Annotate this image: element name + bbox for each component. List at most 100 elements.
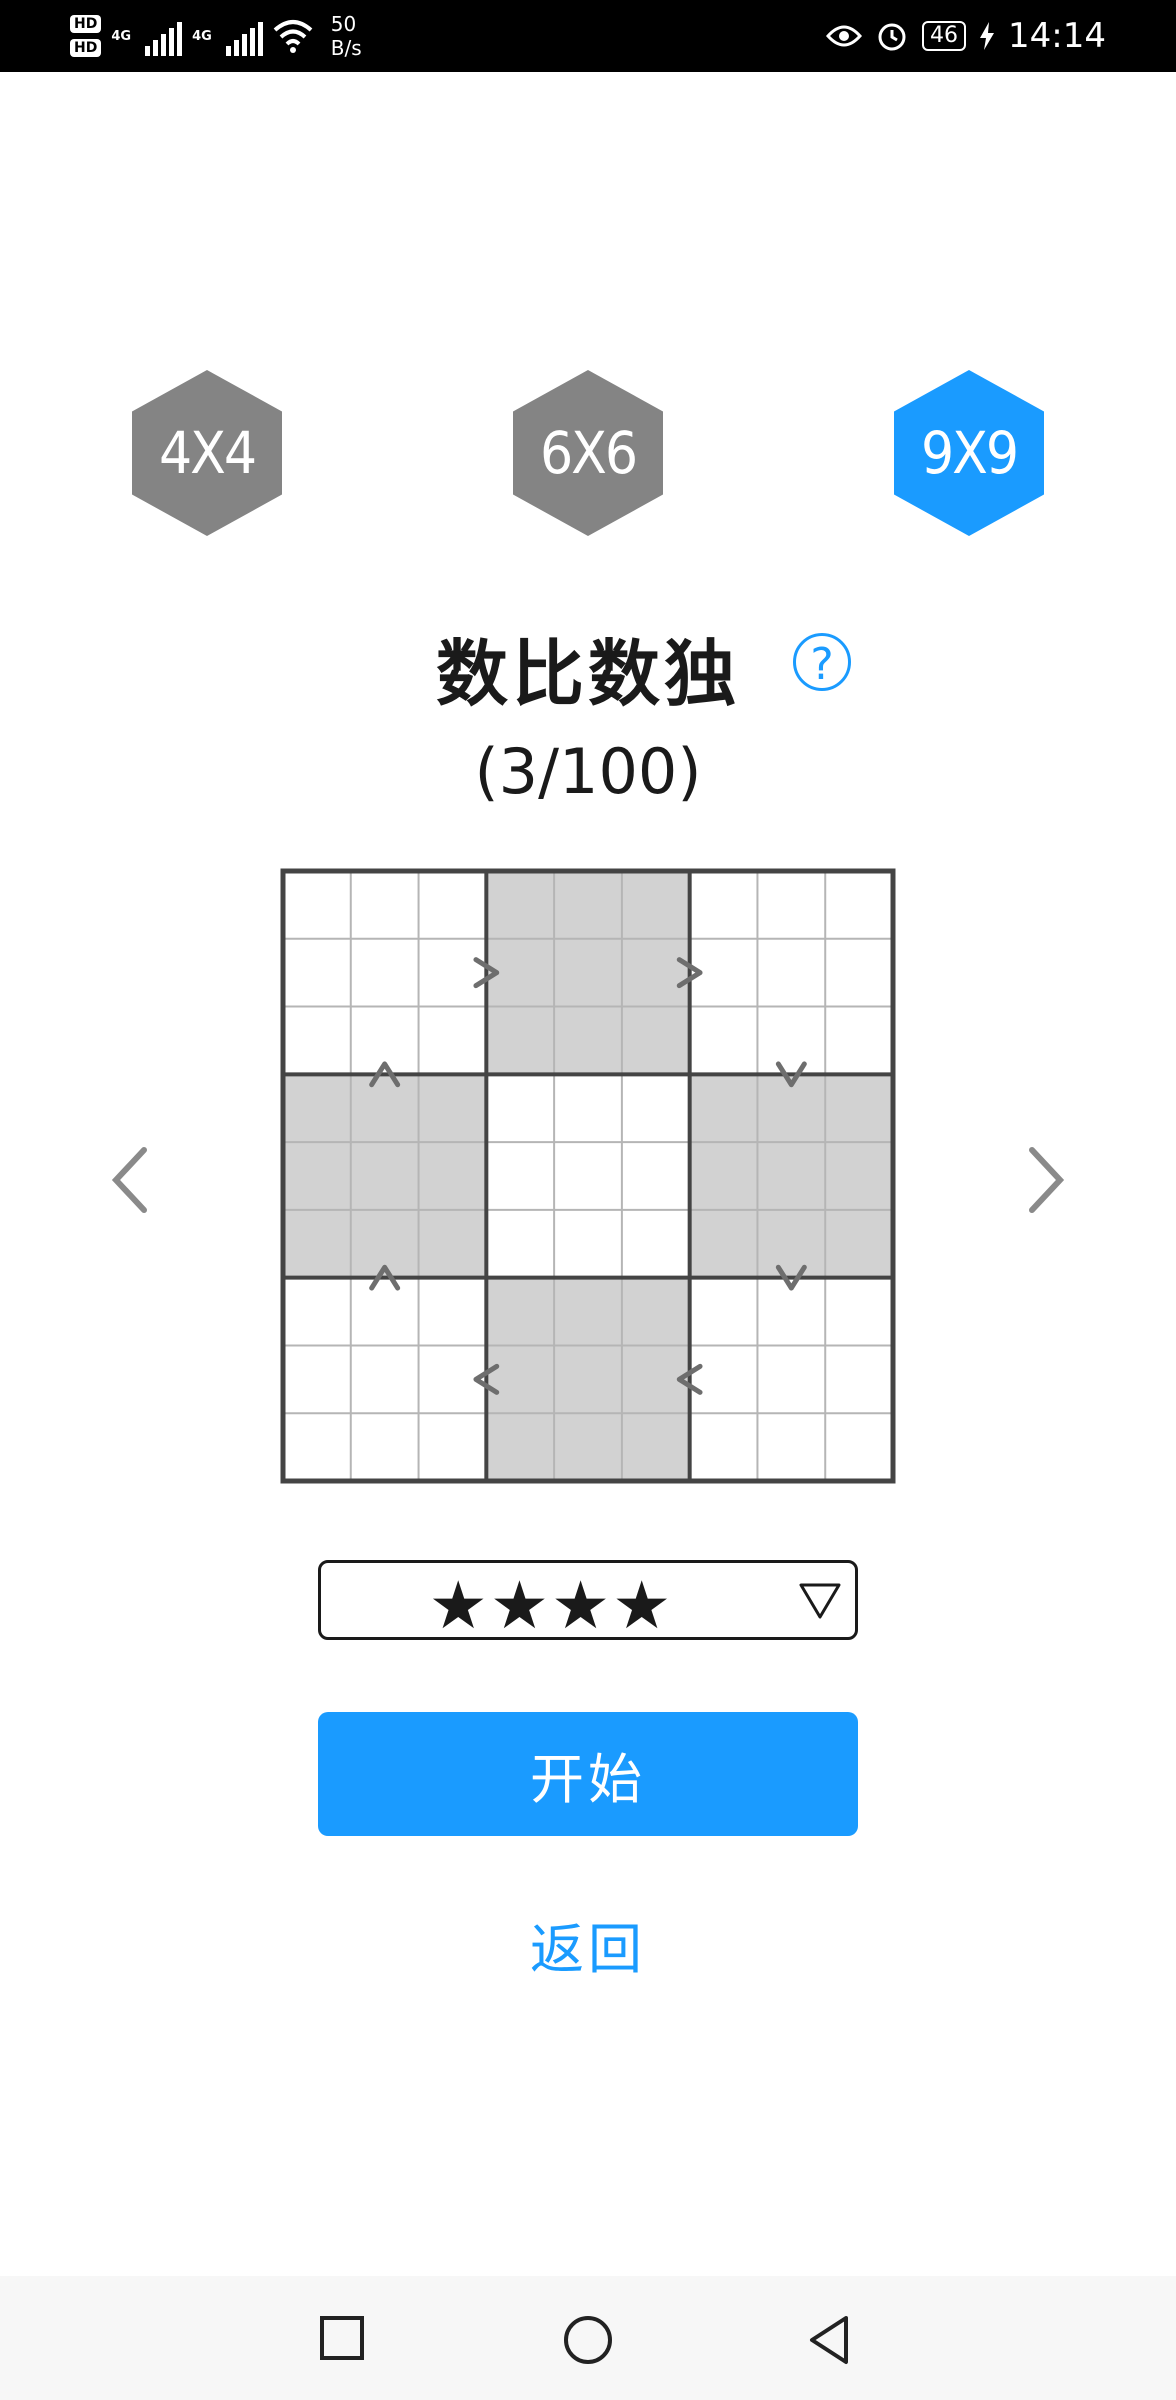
- board-cell[interactable]: [690, 1278, 758, 1346]
- board-cell[interactable]: [351, 1074, 419, 1142]
- board-cell[interactable]: [419, 1007, 487, 1075]
- board-cell[interactable]: [554, 1413, 622, 1481]
- chevron-right-icon[interactable]: [1016, 1140, 1076, 1220]
- board-cell[interactable]: [825, 1210, 893, 1278]
- board-cell[interactable]: [690, 1345, 758, 1413]
- board-cell[interactable]: [486, 1210, 554, 1278]
- board-cell[interactable]: [622, 1007, 690, 1075]
- board-cell[interactable]: [622, 1074, 690, 1142]
- board-cell[interactable]: [825, 1345, 893, 1413]
- board-cell[interactable]: [690, 1074, 758, 1142]
- board-cell[interactable]: [419, 871, 487, 939]
- board-cell[interactable]: [554, 1074, 622, 1142]
- circle-home-icon[interactable]: [562, 2314, 614, 2366]
- board-cell[interactable]: [554, 1007, 622, 1075]
- board-cell[interactable]: [622, 1278, 690, 1346]
- board-cell[interactable]: [351, 1278, 419, 1346]
- triangle-back-icon[interactable]: [806, 2314, 854, 2366]
- board-cell[interactable]: [283, 1210, 351, 1278]
- board-cell[interactable]: [283, 1345, 351, 1413]
- board-cell[interactable]: [486, 1278, 554, 1346]
- board-cell[interactable]: [825, 1142, 893, 1210]
- difficulty-stars: ★★★★: [428, 1567, 674, 1644]
- board-cell[interactable]: [419, 1413, 487, 1481]
- board-cell[interactable]: [622, 1413, 690, 1481]
- board-cell[interactable]: [622, 871, 690, 939]
- board-cell[interactable]: [486, 1413, 554, 1481]
- board-cell[interactable]: [486, 1142, 554, 1210]
- board-cell[interactable]: [554, 939, 622, 1007]
- board-cell[interactable]: [419, 939, 487, 1007]
- board-cell[interactable]: [283, 1007, 351, 1075]
- board-cell[interactable]: [554, 1210, 622, 1278]
- board-cell[interactable]: [825, 871, 893, 939]
- status-bar: HD HD 4G 4G 50 B/s 46 14:14: [0, 0, 1176, 72]
- board-cell[interactable]: [690, 1142, 758, 1210]
- board-cell[interactable]: [757, 1210, 825, 1278]
- board-cell[interactable]: [554, 871, 622, 939]
- start-button[interactable]: 开始: [318, 1712, 858, 1836]
- back-link[interactable]: 返回: [0, 1905, 1176, 1984]
- help-icon[interactable]: ?: [793, 633, 851, 691]
- battery-icon: 46: [922, 21, 967, 51]
- size-tab-6x6[interactable]: 6X6: [513, 370, 663, 536]
- board-cell[interactable]: [757, 1413, 825, 1481]
- board-cell[interactable]: [419, 1278, 487, 1346]
- board-cell[interactable]: [622, 939, 690, 1007]
- board-cell[interactable]: [690, 871, 758, 939]
- network-type-2: 4G: [192, 28, 212, 44]
- board-cell[interactable]: [825, 1074, 893, 1142]
- board-cell[interactable]: [351, 1413, 419, 1481]
- speed-unit: B/s: [330, 36, 362, 60]
- speed-value: 50: [330, 12, 357, 36]
- board-cell[interactable]: [486, 1074, 554, 1142]
- chevron-left-icon[interactable]: [100, 1140, 160, 1220]
- board-cell[interactable]: [757, 939, 825, 1007]
- board-cell[interactable]: [554, 1345, 622, 1413]
- board-cell[interactable]: [283, 871, 351, 939]
- network-speed: 50 B/s: [331, 12, 362, 60]
- board-cell[interactable]: [351, 1345, 419, 1413]
- sudoku-board[interactable]: [280, 868, 896, 1484]
- board-cell[interactable]: [690, 1007, 758, 1075]
- board-cell[interactable]: [486, 871, 554, 939]
- size-tab-9x9[interactable]: 9X9: [894, 370, 1044, 536]
- board-cell[interactable]: [825, 1413, 893, 1481]
- difficulty-select[interactable]: ★★★★: [318, 1560, 858, 1644]
- board-cell[interactable]: [825, 1278, 893, 1346]
- board-cell[interactable]: [351, 1142, 419, 1210]
- board-cell[interactable]: [825, 1007, 893, 1075]
- board-cell[interactable]: [622, 1142, 690, 1210]
- board-cell[interactable]: [690, 1210, 758, 1278]
- board-cell[interactable]: [486, 1007, 554, 1075]
- board-cell[interactable]: [351, 871, 419, 939]
- board-cell[interactable]: [690, 1413, 758, 1481]
- board-cell[interactable]: [283, 1278, 351, 1346]
- board-cell[interactable]: [757, 871, 825, 939]
- board-cell[interactable]: [486, 1345, 554, 1413]
- board-cell[interactable]: [554, 1278, 622, 1346]
- network-type-1: 4G: [111, 28, 132, 44]
- board-cell[interactable]: [419, 1210, 487, 1278]
- board-cell[interactable]: [757, 1142, 825, 1210]
- board-cell[interactable]: [283, 1413, 351, 1481]
- board-cell[interactable]: [283, 1074, 351, 1142]
- board-cell[interactable]: [283, 939, 351, 1007]
- triangle-down-icon: [799, 1583, 841, 1619]
- hd-badge-2: HD: [70, 39, 102, 57]
- board-cell[interactable]: [622, 1210, 690, 1278]
- board-cell[interactable]: [283, 1142, 351, 1210]
- board-cell[interactable]: [825, 939, 893, 1007]
- board-cell[interactable]: [554, 1142, 622, 1210]
- size-tab-4x4[interactable]: 4X4: [132, 370, 282, 536]
- board-cell[interactable]: [757, 1007, 825, 1075]
- square-recent-icon[interactable]: [318, 2314, 366, 2362]
- board-cell[interactable]: [351, 939, 419, 1007]
- system-nav-bar: [0, 2276, 1176, 2400]
- board-cell[interactable]: [419, 1074, 487, 1142]
- signal-icon-2: [225, 16, 263, 56]
- puzzle-title: 数比数独: [435, 632, 740, 716]
- board-cell[interactable]: [419, 1142, 487, 1210]
- status-right: 46 14:14: [826, 0, 1106, 72]
- board-cell[interactable]: [757, 1345, 825, 1413]
